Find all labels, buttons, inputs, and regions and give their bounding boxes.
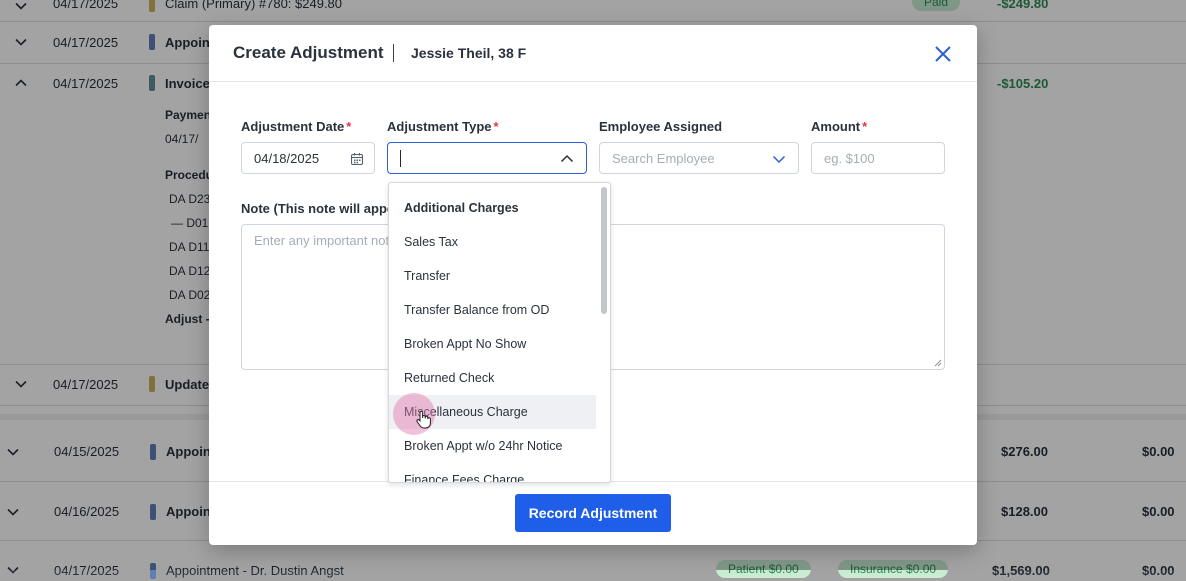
- adjustment-date-field[interactable]: 04/18/2025: [241, 142, 375, 174]
- note-placeholder: Enter any important not: [254, 233, 390, 248]
- dropdown-option[interactable]: Broken Appt w/o 24hr Notice: [389, 429, 596, 463]
- amount-label: Amount *: [811, 119, 868, 134]
- dropdown-option[interactable]: Finance Fees Charge: [389, 463, 596, 482]
- amount-input[interactable]: eg. $100: [811, 142, 945, 174]
- dropdown-option[interactable]: Broken Appt No Show: [389, 327, 596, 361]
- dropdown-scroll-thumb[interactable]: [601, 187, 607, 314]
- modal-header: Create Adjustment Jessie Theil, 38 F: [209, 25, 977, 82]
- modal-title: Create Adjustment: [233, 43, 384, 62]
- patient-name: Jessie Theil, 38 F: [411, 45, 527, 61]
- dropdown-option[interactable]: Returned Check: [389, 361, 596, 395]
- close-button[interactable]: [931, 42, 955, 66]
- close-icon: [935, 46, 951, 62]
- employee-select[interactable]: Search Employee: [599, 142, 799, 174]
- amount-placeholder: eg. $100: [824, 151, 875, 166]
- dropdown-option-hovered[interactable]: Miscellaneous Charge: [389, 395, 596, 429]
- adjustment-type-dropdown[interactable]: Additional Charges Sales Tax Transfer Tr…: [388, 182, 611, 483]
- chevron-down-icon[interactable]: [772, 152, 786, 166]
- dropdown-group-header: Additional Charges: [404, 201, 519, 215]
- adjustment-type-label: Adjustment Type *: [387, 119, 499, 134]
- chevron-up-icon[interactable]: [560, 152, 574, 166]
- adjustment-date-value: 04/18/2025: [254, 151, 320, 166]
- title-separator: [393, 44, 394, 62]
- note-label: Note (This note will appea: [241, 201, 402, 216]
- calendar-icon[interactable]: [350, 152, 364, 166]
- dropdown-option[interactable]: Transfer: [389, 259, 596, 293]
- employee-placeholder: Search Employee: [612, 151, 715, 166]
- employee-assigned-label: Employee Assigned: [599, 119, 723, 134]
- text-caret: [400, 150, 401, 167]
- dropdown-option[interactable]: Sales Tax: [389, 225, 596, 259]
- dropdown-option[interactable]: Transfer Balance from OD: [389, 293, 596, 327]
- adjustment-type-select[interactable]: [387, 142, 587, 174]
- adjustment-date-label: Adjustment Date *: [241, 119, 352, 134]
- record-adjustment-button[interactable]: Record Adjustment: [515, 494, 671, 532]
- resize-handle-icon[interactable]: [933, 358, 942, 367]
- modal-footer: Record Adjustment: [209, 481, 977, 545]
